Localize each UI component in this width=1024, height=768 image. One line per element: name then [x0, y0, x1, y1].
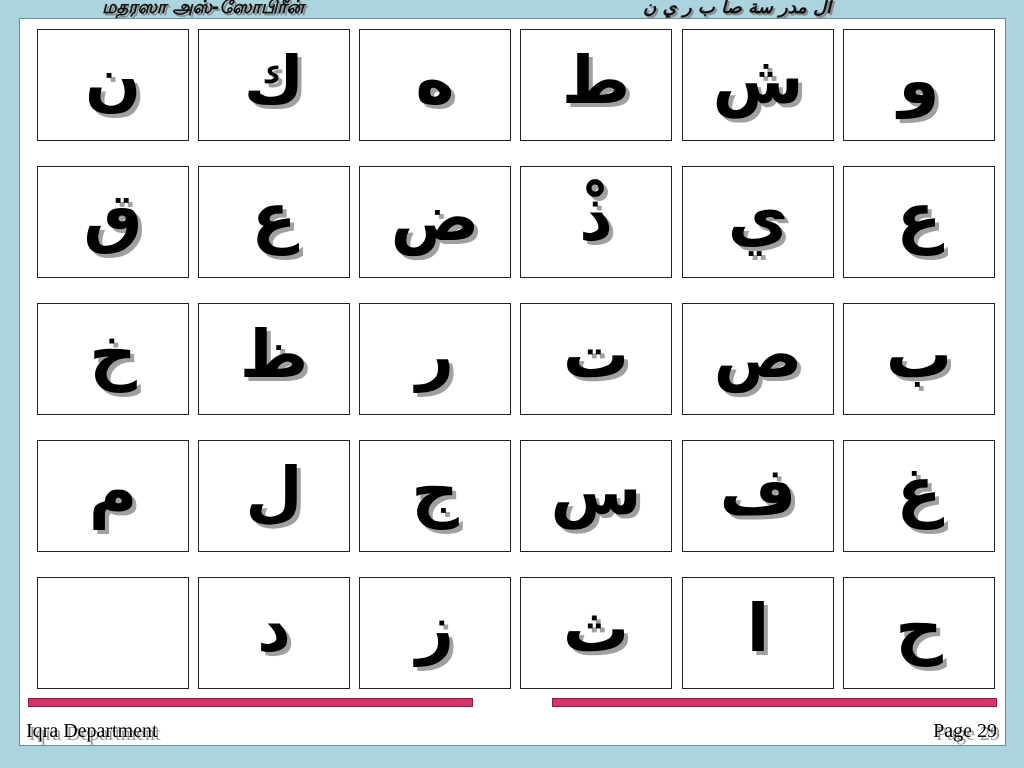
letter-card: ش — [682, 29, 834, 141]
letter-card: ط — [520, 29, 672, 141]
arabic-letter: ح — [895, 590, 943, 667]
arabic-letter: خ — [89, 316, 137, 393]
arabic-letter: ت — [562, 316, 630, 393]
arabic-letter: ف — [719, 453, 797, 530]
letter-card: ف — [682, 440, 834, 552]
letter-card: ظ — [198, 303, 350, 415]
arabic-letter: ا — [746, 590, 770, 667]
letter-card: ع — [198, 166, 350, 278]
letter-card: ث — [520, 577, 672, 689]
letter-card: ه — [359, 29, 511, 141]
letter-card: ر — [359, 303, 511, 415]
letter-card: ب — [843, 303, 995, 415]
arabic-letter: ز — [416, 590, 454, 667]
arabic-letter: ب — [885, 316, 953, 393]
arabic-letter: ق — [83, 179, 143, 256]
divider-bar-right — [552, 698, 997, 707]
letter-card: ج — [359, 440, 511, 552]
letter-card: س — [520, 440, 672, 552]
arabic-letter: ش — [712, 42, 804, 119]
letter-card: ذْ — [520, 166, 672, 278]
letter-card: ض — [359, 166, 511, 278]
letter-card: ص — [682, 303, 834, 415]
arabic-letter: ي — [727, 179, 789, 256]
arabic-letter: ظ — [239, 316, 309, 393]
arabic-letter: ط — [561, 42, 631, 119]
letter-card: ل — [198, 440, 350, 552]
arabic-letter: ض — [390, 179, 480, 256]
letter-card: خ — [37, 303, 189, 415]
arabic-letter: ه — [415, 42, 455, 119]
letter-card: ز — [359, 577, 511, 689]
arabic-letter: ع — [896, 179, 942, 256]
arabic-letter: و — [898, 42, 940, 119]
arabic-letter: ع — [251, 179, 297, 256]
letter-card: ي — [682, 166, 834, 278]
letter-card: و — [843, 29, 995, 141]
letter-card: ق — [37, 166, 189, 278]
arabic-letter: م — [88, 453, 138, 530]
letter-card: ا — [682, 577, 834, 689]
arabic-letter: ك — [243, 42, 305, 119]
letter-card — [37, 577, 189, 689]
arabic-letter: ص — [713, 316, 803, 393]
letter-card: م — [37, 440, 189, 552]
letter-card: ع — [843, 166, 995, 278]
arabic-letter: ذْ — [579, 179, 613, 256]
letter-card: ح — [843, 577, 995, 689]
arabic-letter: د — [257, 590, 291, 667]
letter-card: ت — [520, 303, 672, 415]
arabic-letter: ث — [562, 590, 630, 667]
arabic-letter: ن — [84, 42, 142, 119]
arabic-letter: ج — [411, 453, 459, 530]
divider-bar-left — [28, 698, 473, 707]
letter-card: غ — [843, 440, 995, 552]
arabic-letter: غ — [896, 453, 942, 530]
letter-card: ن — [37, 29, 189, 141]
footer-department: Iqra Department — [26, 720, 158, 742]
arabic-letter: س — [550, 453, 642, 530]
letter-card: ك — [198, 29, 350, 141]
arabic-letter: ر — [416, 316, 454, 393]
arabic-letter: ل — [245, 453, 303, 530]
footer-page-number: Page 29 — [933, 720, 997, 742]
letter-card: د — [198, 577, 350, 689]
